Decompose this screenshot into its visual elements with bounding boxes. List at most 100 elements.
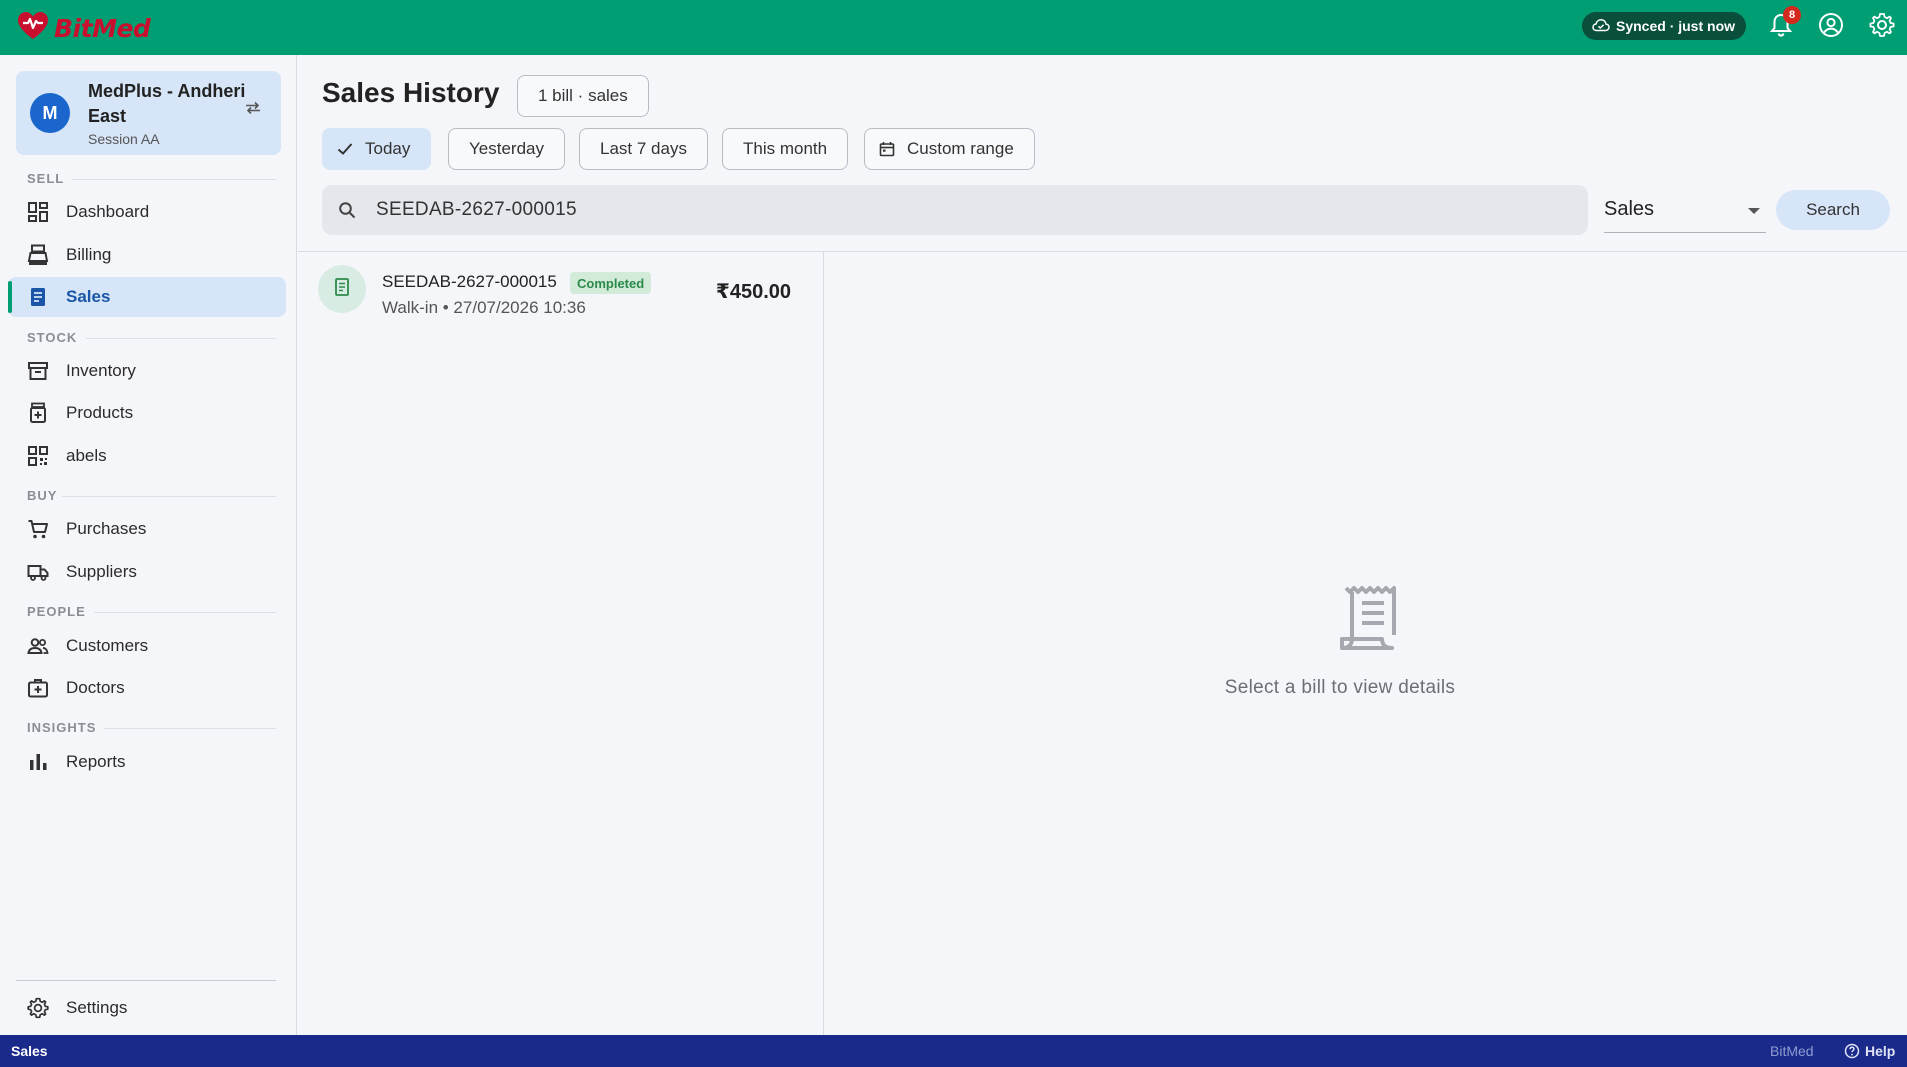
dashboard-icon (27, 201, 49, 223)
search-button[interactable]: Search (1776, 190, 1890, 230)
cash-register-icon (27, 244, 49, 266)
status-bar: Sales BitMed Help (0, 1035, 1907, 1067)
sidebar-item-customers[interactable]: Customers (8, 626, 286, 666)
search-type-value: Sales (1604, 198, 1655, 220)
search-input[interactable]: SEEDAB-2627-000015 (322, 185, 1588, 235)
bill-amount: ₹450.00 (715, 281, 791, 303)
filter-label: Custom range (907, 139, 1014, 158)
section-divider (86, 338, 276, 339)
sidebar-item-label: Customers (66, 636, 149, 655)
sidebar-item-labels[interactable]: abels (8, 436, 286, 476)
heart-logo-icon (16, 10, 50, 47)
check-icon (337, 142, 353, 156)
filter-yesterday[interactable]: Yesterday (448, 128, 565, 170)
filter-label: Last 7 days (600, 139, 687, 158)
sidebar-item-suppliers[interactable]: Suppliers (8, 552, 286, 592)
sidebar: M MedPlus - Andheri East Session AA SELL… (0, 55, 297, 1035)
bill-avatar (318, 265, 366, 313)
section-label-stock: STOCK (27, 330, 78, 345)
store-switcher-card[interactable]: M MedPlus - Andheri East Session AA (16, 71, 281, 155)
filter-label: Yesterday (469, 139, 544, 158)
store-session: Session AA (88, 131, 160, 147)
filter-label: Today (365, 139, 411, 158)
help-button[interactable]: Help (1844, 1043, 1895, 1059)
sidebar-item-label: Billing (66, 245, 112, 264)
sidebar-item-label: Purchases (66, 519, 147, 538)
sidebar-item-dashboard[interactable]: Dashboard (8, 192, 286, 232)
sidebar-item-label: Suppliers (66, 562, 137, 581)
gear-icon (1869, 12, 1895, 43)
store-avatar: M (30, 93, 70, 133)
sidebar-item-label: Doctors (66, 678, 125, 697)
medicine-bottle-icon (27, 402, 49, 424)
app-logo[interactable]: BitMed (16, 10, 151, 47)
truck-icon (27, 561, 49, 583)
shopping-cart-icon (27, 518, 49, 540)
swap-horiz-icon[interactable] (244, 101, 262, 120)
sidebar-item-label: Settings (66, 998, 128, 1017)
status-brand: BitMed (1770, 1043, 1814, 1059)
section-label-insights: INSIGHTS (27, 720, 97, 735)
qr-code-icon (27, 445, 49, 467)
sidebar-item-sales[interactable]: Sales (8, 277, 286, 317)
filter-custom-range[interactable]: Custom range (864, 128, 1035, 170)
status-badge: Completed (570, 272, 652, 294)
status-page-name: Sales (11, 1043, 48, 1059)
notification-count-badge: 8 (1783, 6, 1801, 24)
bill-meta: Walk-in • 27/07/2026 10:36 (382, 298, 586, 317)
section-divider (94, 612, 276, 613)
top-app-bar: BitMed Synced · just now 8 (0, 0, 1907, 55)
receipt-long-icon (1338, 585, 1400, 658)
chevron-down-icon (1748, 208, 1760, 214)
sidebar-item-reports[interactable]: Reports (8, 742, 286, 782)
section-divider (72, 179, 276, 180)
filter-last-7-days[interactable]: Last 7 days (579, 128, 708, 170)
sidebar-item-label: Reports (66, 752, 126, 771)
sidebar-item-inventory[interactable]: Inventory (8, 351, 286, 391)
sidebar-item-products[interactable]: Products (8, 393, 286, 433)
help-label: Help (1865, 1043, 1896, 1059)
sidebar-item-label: Inventory (66, 361, 136, 380)
sidebar-item-settings[interactable]: Settings (8, 988, 286, 1028)
filter-today[interactable]: Today (322, 128, 432, 170)
filter-label: This month (743, 139, 828, 158)
search-type-select[interactable]: Sales (1604, 188, 1766, 233)
bill-list-item[interactable]: SEEDAB-2627-000015 Completed Walk-in • 2… (298, 252, 823, 332)
page-title: Sales History (322, 77, 500, 108)
receipt-icon (27, 286, 49, 308)
sidebar-item-purchases[interactable]: Purchases (8, 509, 286, 549)
bill-number: SEEDAB-2627-000015 (382, 272, 557, 291)
calendar-icon (879, 141, 895, 157)
pane-divider (823, 252, 824, 1035)
bar-chart-icon (27, 751, 49, 773)
sidebar-item-label: Sales (66, 287, 111, 306)
section-divider (62, 496, 276, 497)
search-input-value: SEEDAB-2627-000015 (376, 199, 577, 220)
store-name: MedPlus - Andheri East (88, 81, 246, 126)
account-button[interactable] (1815, 11, 1847, 43)
sidebar-item-label: abels (66, 446, 107, 465)
gear-icon (27, 997, 49, 1019)
notifications-button[interactable]: 8 (1765, 6, 1801, 43)
section-divider (104, 728, 276, 729)
sidebar-item-billing[interactable]: Billing (8, 235, 286, 275)
section-label-people: PEOPLE (27, 604, 86, 619)
search-icon (338, 201, 356, 224)
main-content: Sales History 1 bill · sales Today Yeste… (298, 55, 1907, 1035)
receipt-icon (333, 277, 351, 302)
account-circle-icon (1818, 12, 1844, 43)
people-icon (27, 635, 49, 657)
bill-count-chip: 1 bill · sales (517, 75, 649, 117)
sync-status-chip[interactable]: Synced · just now (1582, 12, 1747, 40)
medical-bag-icon (27, 677, 49, 699)
filter-this-month[interactable]: This month (722, 128, 849, 170)
settings-top-button[interactable] (1866, 11, 1898, 43)
section-label-buy: BUY (27, 488, 58, 503)
sidebar-item-label: Dashboard (66, 202, 150, 221)
cloud-done-icon (1592, 18, 1610, 35)
sync-status-text: Synced · just now (1616, 18, 1736, 34)
archive-box-icon (27, 360, 49, 382)
active-indicator (8, 281, 12, 313)
sidebar-item-doctors[interactable]: Doctors (8, 668, 286, 708)
sidebar-bottom-divider (16, 980, 276, 981)
